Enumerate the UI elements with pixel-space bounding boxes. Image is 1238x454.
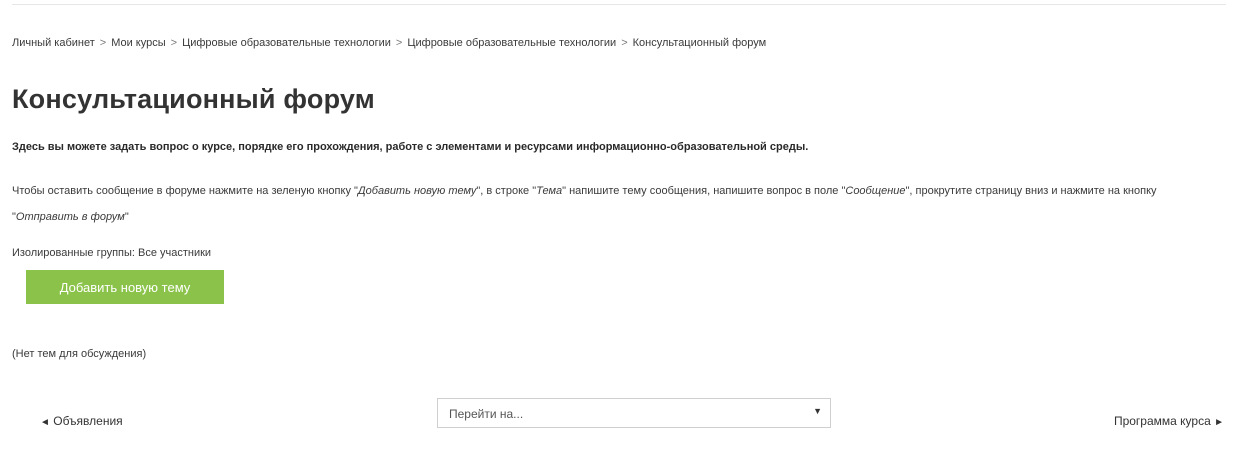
breadcrumb-dashboard[interactable]: Личный кабинет xyxy=(12,37,95,49)
triangle-left-icon: ◄ xyxy=(40,417,50,428)
breadcrumb-separator: > xyxy=(170,37,178,49)
breadcrumb-my-courses[interactable]: Мои курсы xyxy=(111,37,165,49)
next-activity-label: Программа курса xyxy=(1113,414,1211,428)
next-activity-link[interactable]: Программа курса ► xyxy=(1114,414,1224,428)
prev-activity-label: Объявления xyxy=(53,414,123,428)
instructions-text: " xyxy=(124,211,129,223)
instructions-text: Чтобы оставить сообщение в форуме нажмит… xyxy=(12,185,358,197)
instructions-emphasis: Тема xyxy=(536,185,563,197)
page-title: Консультационный форум xyxy=(12,84,375,114)
forum-intro: Здесь вы можете задать вопрос о курсе, п… xyxy=(12,141,809,153)
breadcrumb-separator: > xyxy=(395,37,403,49)
instructions-text: " напишите тему сообщения, напишите вопр… xyxy=(562,185,846,197)
groups-mode-label: Изолированные группы: Все участники xyxy=(12,247,212,259)
forum-instructions: Чтобы оставить сообщение в форуме нажмит… xyxy=(12,178,1224,230)
breadcrumb: Личный кабинет > Мои курсы > Цифровые об… xyxy=(12,37,766,49)
breadcrumb-separator: > xyxy=(621,37,628,49)
jump-to-placeholder: Перейти на... xyxy=(449,407,524,421)
chevron-down-icon: ▼ xyxy=(813,406,822,416)
instructions-emphasis: Отправить в форум xyxy=(15,211,125,223)
prev-activity-link[interactable]: ◄ Объявления xyxy=(40,414,123,428)
breadcrumb-course-category[interactable]: Цифровые образовательные технологии xyxy=(182,37,391,49)
top-divider xyxy=(12,4,1226,5)
add-topic-button[interactable]: Добавить новую тему xyxy=(26,270,224,304)
instructions-emphasis: Добавить новую тему xyxy=(357,185,477,197)
jump-to-select[interactable]: Перейти на... ▼ xyxy=(437,398,831,428)
breadcrumb-course[interactable]: Цифровые образовательные технологии xyxy=(407,37,616,49)
breadcrumb-current-forum[interactable]: Консультационный форум xyxy=(633,37,767,49)
triangle-right-icon: ► xyxy=(1214,417,1224,428)
instructions-text: ", в строке " xyxy=(476,185,537,197)
no-topics-message: (Нет тем для обсуждения) xyxy=(12,348,147,360)
breadcrumb-separator: > xyxy=(99,37,107,49)
instructions-emphasis: Сообщение xyxy=(845,185,906,197)
